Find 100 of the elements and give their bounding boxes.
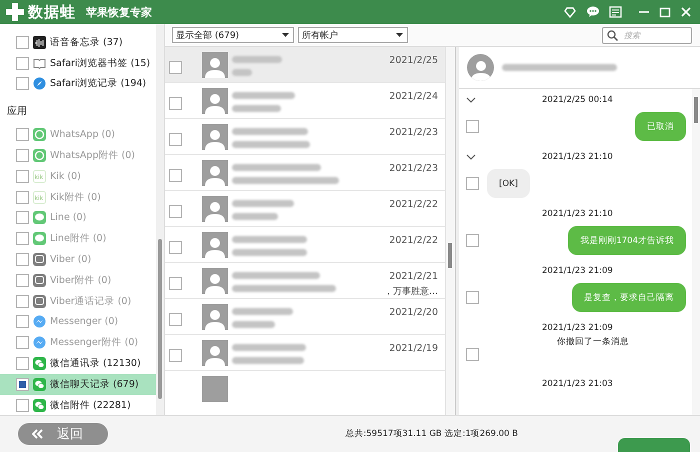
avatar-silhouette <box>202 196 228 222</box>
account-dropdown[interactable]: 所有帐户 <box>298 27 408 43</box>
blurred-text <box>232 357 304 364</box>
search-field[interactable]: 搜索 <box>602 26 692 44</box>
conversation-date: 2021/2/22 <box>389 199 438 210</box>
recall-notice: 你撤回了一条消息 <box>557 336 629 348</box>
action-button[interactable] <box>618 438 690 452</box>
avatar-silhouette <box>202 376 228 402</box>
conversation-date: 2021/2/25 <box>389 55 438 66</box>
conversation-row[interactable]: 2021/2/22 <box>165 227 445 263</box>
message-time: 2021/1/23 21:10 <box>542 209 613 219</box>
checkbox[interactable] <box>16 398 29 412</box>
conversation-row[interactable]: 2021/2/24 <box>165 83 445 119</box>
checkbox[interactable] <box>466 177 479 190</box>
document-icon[interactable] <box>609 6 622 18</box>
checkbox[interactable] <box>169 349 182 362</box>
blurred-text <box>232 200 294 207</box>
waveform-icon <box>33 36 46 49</box>
checkbox[interactable] <box>16 56 29 70</box>
checkbox[interactable] <box>169 133 182 146</box>
avatar-silhouette <box>202 340 228 366</box>
diamond-icon[interactable] <box>563 6 577 18</box>
checkbox[interactable] <box>466 234 479 247</box>
conversation-row[interactable]: 2021/2/20 <box>165 299 445 335</box>
blurred-text <box>232 213 278 220</box>
sidebar-item[interactable]: 微信聊天记录 (679) <box>0 374 156 395</box>
scrollbar[interactable] <box>156 24 164 415</box>
conversation-date: 2021/2/23 <box>389 127 438 138</box>
filter-dropdown[interactable]: 显示全部 (679) <box>172 27 294 43</box>
message-time: 2021/1/23 21:09 <box>542 266 613 276</box>
avatar-silhouette <box>202 88 228 114</box>
conversation-row[interactable]: 2021/2/19 <box>165 335 445 371</box>
checkbox[interactable] <box>169 61 182 74</box>
double-chevron-left-icon <box>32 429 43 439</box>
checkbox[interactable] <box>16 77 29 90</box>
checkbox[interactable] <box>466 348 479 361</box>
chevron-down-icon[interactable] <box>466 97 476 103</box>
blurred-text <box>232 56 282 63</box>
sidebar-item[interactable]: Safari浏览器书签 (15) <box>0 52 156 74</box>
compass-icon <box>33 77 46 90</box>
checkbox[interactable] <box>169 205 182 218</box>
blurred-text <box>232 308 293 315</box>
scrollbar[interactable] <box>692 89 700 415</box>
checkbox[interactable] <box>169 169 182 182</box>
chat-bubble-icon[interactable] <box>586 6 600 18</box>
message-time: 2021/2/25 00:14 <box>542 95 613 105</box>
dropdown-caret-icon <box>282 33 289 37</box>
checkbox[interactable] <box>169 277 182 290</box>
sidebar-item[interactable]: 微信通讯录 (12130) <box>0 353 156 374</box>
chat-bubbles-icon <box>33 378 46 391</box>
scrollbar[interactable] <box>445 47 455 415</box>
conversation-row[interactable]: 2021/2/23 <box>165 119 445 155</box>
sent-message-bubble: 我是刚刚1704才告诉我 <box>568 226 686 255</box>
received-message-bubble: [OK] <box>487 169 530 198</box>
blurred-text <box>232 92 295 99</box>
maximize-icon[interactable] <box>659 6 671 18</box>
checkbox[interactable] <box>169 241 182 254</box>
chevron-down-icon[interactable] <box>466 154 476 160</box>
close-icon[interactable] <box>680 6 692 18</box>
checkbox[interactable] <box>466 120 479 133</box>
app-subtitle: 苹果恢复专家 <box>86 4 152 20</box>
avatar-silhouette <box>202 160 228 186</box>
avatar-silhouette <box>202 52 228 78</box>
chat-bubbles-icon <box>33 398 46 412</box>
sent-message-bubble: 是复查，要求自己隔离 <box>572 283 686 312</box>
checkbox[interactable] <box>16 36 29 49</box>
conversation-date: 2021/2/19 <box>389 343 438 354</box>
cross-logo-icon <box>6 3 24 21</box>
dropdown-caret-icon <box>396 33 403 37</box>
lightning-bubble-icon <box>33 315 46 328</box>
conversation-row[interactable]: 2021/2/22 <box>165 191 445 227</box>
message-time: 2021/1/23 21:10 <box>542 152 613 162</box>
sidebar-item[interactable]: 微信附件 (22281) <box>0 394 156 415</box>
conversation-date: 2021/2/22 <box>389 235 438 246</box>
status-summary: 总共:59517项31.11 GB 选定:1项269.00 B <box>345 428 518 440</box>
blurred-text <box>232 105 281 112</box>
conversation-row[interactable]: 2021/2/25 <box>165 47 445 83</box>
checkbox[interactable] <box>169 313 182 326</box>
book-icon <box>33 56 46 70</box>
checkbox[interactable] <box>16 378 29 391</box>
speech-bubble-icon <box>33 232 46 246</box>
sidebar-item[interactable]: Safari浏览记录 (194) <box>0 74 156 94</box>
message-time: 2021/1/23 21:03 <box>542 379 613 389</box>
conversation-row[interactable]: 2021/2/21 ，万事胜意… <box>165 263 445 299</box>
checkbox[interactable] <box>466 291 479 304</box>
lightning-bubble-icon <box>33 336 46 350</box>
search-icon <box>607 30 618 40</box>
sidebar-item[interactable]: 语音备忘录 (37) <box>0 32 156 53</box>
conversation-date: 2021/2/21 <box>388 271 438 282</box>
checkbox[interactable] <box>169 97 182 110</box>
avatar-silhouette <box>202 232 228 258</box>
avatar-silhouette <box>467 54 494 81</box>
checkbox[interactable] <box>16 357 29 370</box>
section-heading: 应用 <box>6 104 28 120</box>
sent-message-bubble: 已取消 <box>635 112 686 141</box>
conversation-row[interactable]: 2021/2/23 <box>165 155 445 191</box>
message-preview: ，万事胜意… <box>384 286 438 298</box>
logo-text: 数据蛙 <box>28 2 76 22</box>
avatar-silhouette <box>202 124 228 150</box>
chat-bubbles-icon <box>33 357 46 370</box>
